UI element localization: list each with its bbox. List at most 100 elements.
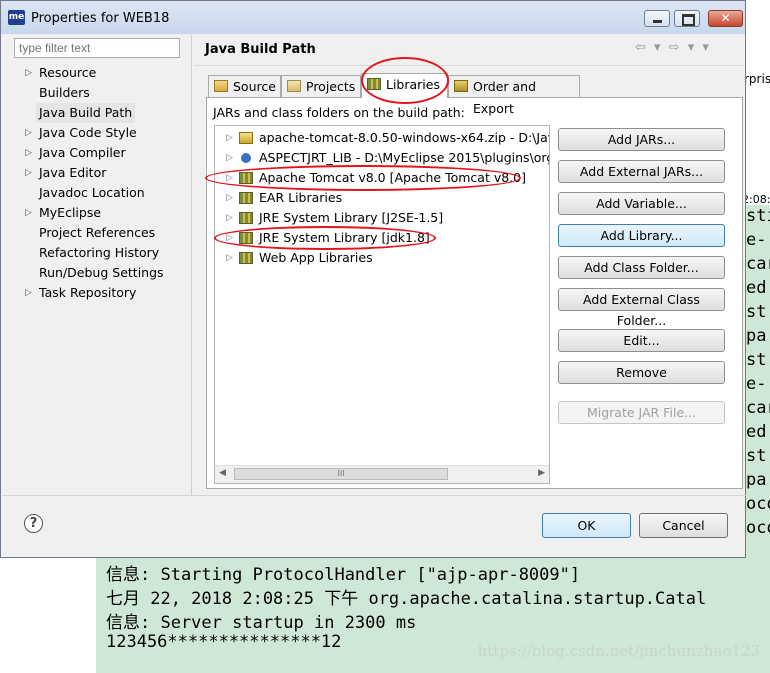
background-text-fragment: ed xyxy=(746,422,767,442)
source-folder-icon xyxy=(214,80,228,92)
library-entry-label: JRE System Library [jdk1.8] xyxy=(259,230,430,245)
tab-label: Projects xyxy=(306,79,356,94)
sidebar-item-java-compiler[interactable]: ▷ Java Compiler xyxy=(25,143,126,163)
expand-arrow-icon[interactable]: ▷ xyxy=(25,123,32,143)
minimize-button[interactable] xyxy=(644,10,670,27)
expand-arrow-icon[interactable]: ▷ xyxy=(25,203,32,223)
add-external-jars-button[interactable]: Add External JARs... xyxy=(558,160,725,183)
background-text-fragment: pa xyxy=(746,326,767,346)
sidebar-item-java-code-style[interactable]: ▷ Java Code Style xyxy=(25,123,137,143)
sidebar-item-refactoring-history[interactable]: Refactoring History xyxy=(39,243,159,263)
migrate-jar-button[interactable]: Migrate JAR File... xyxy=(558,401,725,424)
sidebar-item-run-debug-settings[interactable]: Run/Debug Settings xyxy=(39,263,164,283)
expand-arrow-icon[interactable]: ▷ xyxy=(25,143,32,163)
library-icon xyxy=(239,252,253,264)
library-icon xyxy=(239,172,253,184)
sidebar-item-builders[interactable]: Builders xyxy=(39,83,90,103)
horizontal-scrollbar[interactable]: ◀ III ▶ xyxy=(215,465,549,483)
edit-button[interactable]: Edit... xyxy=(558,329,725,352)
sidebar-item-task-repository[interactable]: ▷ Task Repository xyxy=(25,283,137,303)
library-entry-label: apache-tomcat-8.0.50-windows-x64.zip - D… xyxy=(259,130,550,145)
library-entry[interactable]: ▷ Web App Libraries xyxy=(215,248,549,268)
page-title: Java Build Path xyxy=(205,42,316,57)
variable-icon xyxy=(241,153,251,163)
tab-order-and-export[interactable]: Order and Export xyxy=(448,75,580,116)
sidebar-item-label: Java Editor xyxy=(39,165,107,180)
cancel-button[interactable]: Cancel xyxy=(639,513,728,538)
sidebar-item-label: Java Code Style xyxy=(39,125,137,140)
sidebar-item-project-references[interactable]: Project References xyxy=(39,223,155,243)
add-external-class-folder-button[interactable]: Add External Class Folder... xyxy=(558,288,725,328)
expand-arrow-icon[interactable]: ▷ xyxy=(25,63,32,83)
add-library-button[interactable]: Add Library... xyxy=(558,224,725,247)
sidebar-item-javadoc-location[interactable]: Javadoc Location xyxy=(39,183,145,203)
background-text-fragment: e- xyxy=(746,230,767,250)
expand-arrow-icon[interactable]: ▷ xyxy=(226,128,233,148)
filter-input[interactable] xyxy=(14,38,180,58)
background-text-fragment: ed xyxy=(746,278,767,298)
library-tree[interactable]: ▷ apache-tomcat-8.0.50-windows-x64.zip - … xyxy=(214,125,550,484)
help-icon[interactable]: ? xyxy=(24,514,43,533)
console-line: 123456***************12 xyxy=(106,632,342,652)
tab-libraries[interactable]: Libraries xyxy=(361,73,448,98)
sidebar-item-resource[interactable]: ▷ Resource xyxy=(25,63,97,83)
library-entry-label: Web App Libraries xyxy=(259,250,373,265)
nav-divider xyxy=(191,35,192,495)
library-entry-label: ASPECTJRT_LIB - D:\MyEclipse 2015\plugin… xyxy=(259,150,550,165)
sidebar-item-java-editor[interactable]: ▷ Java Editor xyxy=(25,163,107,183)
add-jars-button[interactable]: Add JARs... xyxy=(558,128,725,151)
background-text-fragment: oco xyxy=(746,518,770,538)
ok-button[interactable]: OK xyxy=(542,513,631,538)
properties-dialog: me Properties for WEB18 ✕ ▷ Resource Build… xyxy=(0,0,746,558)
watermark: https://blog.csdn.net/jinchunzhao123 xyxy=(477,642,760,660)
background-text-fragment: car xyxy=(746,254,770,274)
console-line: 七月 22, 2018 2:08:25 下午 org.apache.catali… xyxy=(106,589,707,609)
expand-arrow-icon[interactable]: ▷ xyxy=(226,188,233,208)
expand-arrow-icon[interactable]: ▷ xyxy=(226,208,233,228)
library-entry[interactable]: ▷ ASPECTJRT_LIB - D:\MyEclipse 2015\plugi… xyxy=(215,148,549,168)
close-button[interactable]: ✕ xyxy=(708,10,743,27)
background-tab-fragment: rpris xyxy=(744,72,770,86)
expand-arrow-icon[interactable]: ▷ xyxy=(25,163,32,183)
jar-icon xyxy=(239,132,253,144)
sidebar-item-myeclipse[interactable]: ▷ MyEclipse xyxy=(25,203,101,223)
sidebar-item-java-build-path[interactable]: Java Build Path xyxy=(36,103,136,123)
library-entry[interactable]: ▷ JRE System Library [J2SE-1.5] xyxy=(215,208,549,228)
background-text-fragment: pa xyxy=(746,470,767,490)
expand-arrow-icon[interactable]: ▷ xyxy=(226,248,233,268)
sidebar-item-label: Java Compiler xyxy=(39,145,126,160)
expand-arrow-icon[interactable]: ▷ xyxy=(226,148,233,168)
title-bar[interactable]: me Properties for WEB18 ✕ xyxy=(1,1,745,34)
maximize-button[interactable] xyxy=(674,10,700,27)
remove-button[interactable]: Remove xyxy=(558,361,725,384)
sidebar-item-label: Builders xyxy=(39,85,90,100)
console-line: 信息: Server startup in 2300 ms xyxy=(106,613,417,633)
sidebar-item-label: Project References xyxy=(39,225,156,240)
scroll-thumb[interactable]: III xyxy=(234,468,448,480)
window-title: Properties for WEB18 xyxy=(31,11,170,26)
background-text-fragment: e- xyxy=(746,374,767,394)
library-icon xyxy=(239,232,253,244)
sidebar-item-label: Java Build Path xyxy=(39,105,133,120)
library-entry[interactable]: ▷ EAR Libraries xyxy=(215,188,549,208)
header-divider xyxy=(194,65,744,66)
expand-arrow-icon[interactable]: ▷ xyxy=(226,228,233,248)
add-class-folder-button[interactable]: Add Class Folder... xyxy=(558,256,725,279)
history-nav-icons[interactable]: ⇦ ▾ ⇨ ▾ ▾ xyxy=(635,40,711,55)
scroll-right-icon[interactable]: ▶ xyxy=(538,468,545,478)
library-entry-label: Apache Tomcat v8.0 [Apache Tomcat v8.0] xyxy=(259,170,526,185)
expand-arrow-icon[interactable]: ▷ xyxy=(25,283,32,303)
scroll-left-icon[interactable]: ◀ xyxy=(219,468,226,478)
background-text-fragment: car xyxy=(746,398,770,418)
expand-arrow-icon[interactable]: ▷ xyxy=(226,168,233,188)
background-text-fragment: st( xyxy=(746,302,770,322)
sidebar-item-label: Task Repository xyxy=(39,285,137,300)
library-entry[interactable]: ▷ apache-tomcat-8.0.50-windows-x64.zip - … xyxy=(215,128,549,148)
tab-source[interactable]: Source xyxy=(208,75,281,97)
tab-projects[interactable]: Projects xyxy=(281,75,361,97)
add-variable-button[interactable]: Add Variable... xyxy=(558,192,725,215)
sidebar-item-label: Resource xyxy=(39,65,97,80)
library-entry[interactable]: ▷ Apache Tomcat v8.0 [Apache Tomcat v8.0] xyxy=(215,168,549,188)
button-bar-divider xyxy=(2,495,746,496)
library-entry[interactable]: ▷ JRE System Library [jdk1.8] xyxy=(215,228,549,248)
